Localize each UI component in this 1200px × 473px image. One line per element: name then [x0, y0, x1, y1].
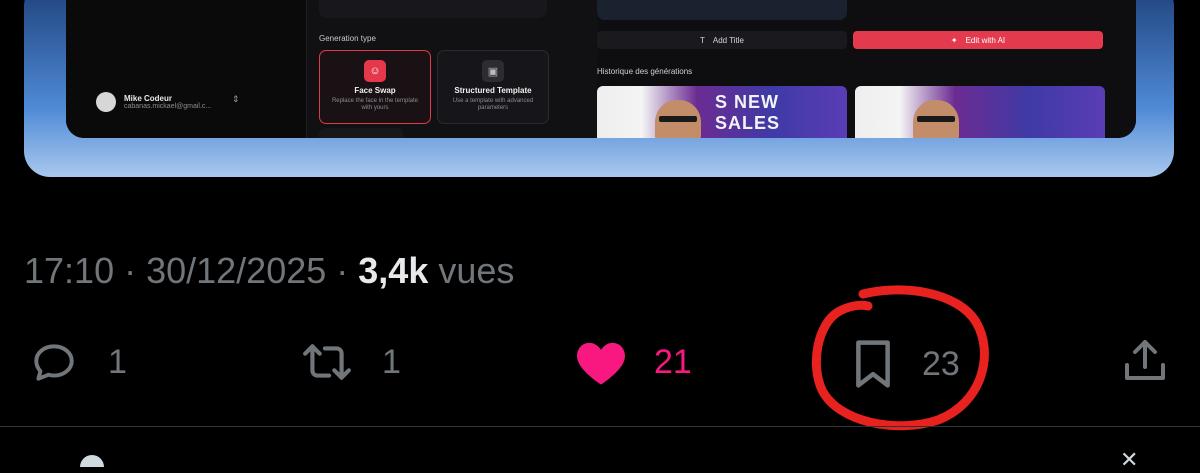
- separator: ·: [326, 250, 359, 291]
- edit-with-ai-button: ✦ Edit with AI: [853, 31, 1103, 49]
- option-face-swap: ☺ Face Swap Replace the face in the temp…: [319, 50, 431, 124]
- history-thumbnail: [855, 86, 1105, 138]
- embedded-preview-image: [597, 0, 847, 20]
- option-title: Structured Template: [454, 86, 532, 95]
- embedded-top-field: [319, 0, 547, 18]
- embedded-sidebar: Mike Codeur cabanas.mickael@gmail.c... ⇕: [66, 0, 307, 138]
- embedded-app-window: Mike Codeur cabanas.mickael@gmail.c... ⇕…: [66, 0, 1136, 138]
- user-name: Mike Codeur: [124, 94, 173, 103]
- option-desc: Replace the face in the template with yo…: [331, 98, 419, 111]
- views-count[interactable]: 3,4k: [358, 250, 428, 291]
- thumbnail-glasses: [917, 116, 955, 122]
- avatar: [96, 92, 116, 112]
- text-icon: T: [699, 35, 705, 45]
- user-email: cabanas.mickael@gmail.c...: [124, 103, 212, 110]
- image-icon: ▣: [482, 60, 504, 82]
- reply-button[interactable]: 1: [26, 337, 127, 387]
- history-thumbnail: S NEW SALES: [597, 86, 847, 138]
- add-title-button: T Add Title: [597, 31, 847, 49]
- embedded-option-partial: [319, 128, 403, 138]
- tweet-media-image[interactable]: Mike Codeur cabanas.mickael@gmail.c... ⇕…: [24, 0, 1174, 177]
- option-structured-template: ▣ Structured Template Use a template wit…: [437, 50, 549, 124]
- highlight-circle-annotation: [811, 285, 989, 431]
- retweet-count: 1: [382, 342, 401, 381]
- thumbnail-text: S NEW SALES: [715, 92, 781, 133]
- tweet-time[interactable]: 17:10: [24, 250, 114, 291]
- history-label: Historique des générations: [597, 67, 693, 76]
- tweet-date[interactable]: 30/12/2025: [146, 250, 326, 291]
- add-title-label: Add Title: [712, 35, 745, 45]
- share-icon: [1125, 340, 1165, 380]
- edit-ai-label: Edit with AI: [965, 35, 1006, 45]
- heart-icon: [577, 342, 625, 385]
- thumbnail-glasses: [659, 116, 697, 122]
- views-label: vues: [428, 250, 515, 291]
- separator: ·: [114, 250, 147, 291]
- sparkle-icon: ✦: [950, 35, 958, 45]
- like-button[interactable]: 21: [574, 337, 692, 387]
- retweet-icon: [303, 344, 351, 380]
- face-swap-icon: ☺: [364, 60, 386, 82]
- divider: [0, 426, 1200, 427]
- option-title: Face Swap: [354, 86, 396, 95]
- tweet-meta: 17:10 · 30/12/2025 · 3,4k vues: [24, 250, 514, 292]
- option-desc: Use a template with advanced parameters: [452, 98, 534, 111]
- chevron-updown-icon: ⇕: [232, 94, 240, 104]
- x-logo-icon: ✕: [1120, 447, 1139, 472]
- reply-count: 1: [108, 342, 127, 381]
- retweet-button[interactable]: 1: [298, 337, 401, 387]
- next-avatar-peek: [80, 455, 104, 467]
- like-count: 21: [654, 342, 692, 381]
- reply-icon: [34, 344, 74, 381]
- share-button[interactable]: [1120, 337, 1170, 385]
- generation-type-label: Generation type: [319, 34, 376, 43]
- embedded-preview-panel: T Add Title ✦ Edit with AI Historique de…: [597, 0, 1136, 138]
- embedded-user: Mike Codeur cabanas.mickael@gmail.c...: [96, 92, 211, 112]
- embedded-settings-panel: Generation type ☺ Face Swap Replace the …: [307, 0, 598, 138]
